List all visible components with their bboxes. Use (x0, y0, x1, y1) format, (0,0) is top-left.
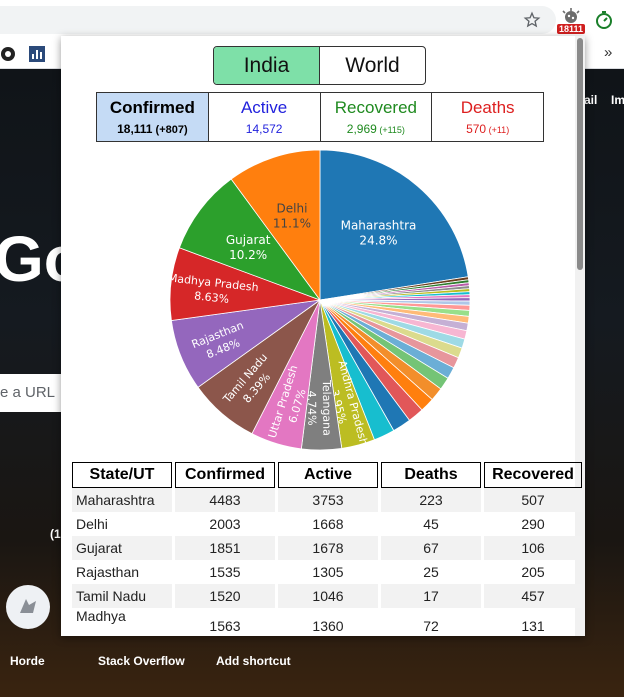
stat-count: 14,572 (245, 122, 283, 136)
analytics-icon[interactable] (28, 44, 46, 64)
shortcut-add[interactable]: Add shortcut (216, 654, 291, 668)
stat-active: Active 14,572 (207, 93, 320, 141)
table-cell: 1520 (175, 584, 275, 608)
side-marker: (1 (50, 527, 61, 541)
state-name-cell: Delhi (76, 516, 108, 532)
table-cell: 45 (423, 516, 439, 532)
bookmark-fragment-images[interactable]: Im (611, 93, 624, 107)
browser-toolbar: 18111 (0, 0, 624, 40)
table-cell: 4483 (175, 488, 275, 512)
stat-delta: (+11) (486, 125, 510, 135)
stat-count: 2,969 (346, 122, 377, 136)
state-name-cell: Maharashtra (72, 488, 172, 512)
stat-deaths: Deaths 570 (+11) (431, 93, 543, 141)
stat-value: 14,572 (246, 122, 283, 136)
table-header-row: State/UT Confirmed Active Deaths Recovered (72, 462, 582, 488)
shortcut-stack-overflow[interactable]: Stack Overflow (98, 654, 185, 668)
stat-label: Recovered (334, 98, 417, 117)
table-row[interactable]: Gujarat 1851 1678 67 106 (72, 536, 582, 560)
stat-label: Deaths (460, 98, 515, 117)
column-header[interactable]: Confirmed (175, 462, 275, 488)
table-cell: 1046 (278, 584, 378, 608)
extension-icon[interactable]: 18111 (557, 6, 586, 36)
stat-confirmed: Confirmed 18,111 (+807) (97, 93, 208, 141)
table-cell: 457 (484, 584, 582, 608)
region-toggle: India World (213, 46, 426, 85)
pie-slice-percent: 11.1% (273, 216, 311, 230)
more-bookmarks-chevron[interactable]: » (604, 44, 612, 61)
pie-label-group: Delhi11.1% (273, 201, 311, 230)
stat-label: Active (240, 98, 288, 117)
table-cell: 205 (521, 564, 545, 580)
pie-slice-label: Gujarat (226, 233, 271, 247)
table-cell: 1851 (175, 536, 275, 560)
state-name-cell: Gujarat (72, 536, 172, 560)
address-bar[interactable] (0, 6, 556, 34)
pie-label-group: Gujarat10.2% (226, 233, 271, 262)
table-cell: 17 (381, 584, 481, 608)
table-cell: 25 (423, 564, 439, 580)
table-cell: 2003 (209, 516, 241, 532)
timer-extension-icon[interactable] (594, 10, 614, 30)
tab-world[interactable]: World (320, 47, 425, 84)
table-row[interactable]: Delhi 2003 1668 45 290 (72, 512, 582, 536)
pie-slice-percent: 24.8% (359, 234, 397, 248)
search-placeholder: e a URL (0, 384, 56, 401)
state-name-cell: Rajasthan (76, 564, 140, 580)
stat-value: 2,969 (+115) (347, 122, 405, 136)
table-cell: 131 (521, 618, 545, 634)
shortcut-horde[interactable]: Horde (10, 654, 45, 668)
column-header[interactable]: State/UT (72, 462, 172, 488)
table-row[interactable]: Maharashtra 4483 3753 223 507 (72, 488, 582, 512)
state-name-cell: Tamil Nadu (72, 584, 172, 608)
tab-india[interactable]: India (214, 47, 320, 84)
bookmark-fragment-mail[interactable]: ail (584, 93, 597, 107)
state-name-cell: Madhya (76, 608, 126, 624)
stat-count: 18,111 (117, 122, 153, 136)
state-pie-chart: Maharashtra 24.8% Andhra Pradesh 3.95% Telan… (160, 140, 480, 460)
table-cell: 72 (423, 618, 439, 634)
table-row[interactable]: Tamil Nadu 1520 1046 17 457 (72, 584, 582, 608)
star-icon[interactable] (522, 10, 542, 30)
table-cell: 290 (521, 516, 545, 532)
stat-value: 570 (+11) (466, 122, 509, 136)
search-box-fragment[interactable]: e a URL (0, 374, 62, 412)
state-table: State/UT Confirmed Active Deaths Recovered M… (69, 462, 585, 634)
table-cell: 1535 (209, 564, 241, 580)
stat-label: Confirmed (109, 98, 195, 117)
shortcut-tile-icon[interactable] (6, 585, 50, 629)
column-header[interactable]: Active (278, 462, 378, 488)
column-header[interactable]: Deaths (381, 462, 481, 488)
stat-count: 570 (466, 122, 487, 136)
stat-value: 18,111 (+807) (117, 122, 188, 136)
table-cell: 223 (381, 488, 481, 512)
pie-slice-label: Telangana (320, 379, 334, 436)
extension-badge: 18111 (557, 24, 586, 34)
pie-slice-label: Delhi (277, 201, 308, 215)
stat-delta: (+115) (376, 125, 405, 135)
table-cell: 1360 (312, 618, 344, 634)
table-row[interactable]: Madhya 1563 1360 72 131 (72, 608, 582, 634)
table-cell: 507 (484, 488, 582, 512)
pie-slice-label: Maharashtra (341, 219, 417, 233)
stat-delta: (+807) (152, 124, 188, 136)
table-cell: 1563 (209, 618, 241, 634)
pie-chart-svg: Maharashtra24.8%Andhra Pradesh3.95%Telan… (167, 149, 471, 451)
scrollbar-thumb[interactable] (577, 38, 583, 270)
table-cell: 67 (381, 536, 481, 560)
table-cell: 1305 (312, 564, 344, 580)
table-row[interactable]: Rajasthan 1535 1305 25 205 (72, 560, 582, 584)
stat-recovered: Recovered 2,969 (+115) (319, 93, 432, 141)
table-cell: 1668 (312, 516, 344, 532)
column-header[interactable]: Recovered (484, 462, 582, 488)
table-cell: 1678 (278, 536, 378, 560)
table-body: Maharashtra 4483 3753 223 507 Delhi 2003 1668 45… (72, 488, 582, 634)
table-cell: 106 (484, 536, 582, 560)
table-cell: 3753 (278, 488, 378, 512)
pie-slice-percent: 10.2% (229, 248, 267, 262)
stats-summary: Confirmed 18,111 (+807) Active 14,572 Recove… (96, 92, 544, 142)
github-icon[interactable] (0, 44, 16, 64)
